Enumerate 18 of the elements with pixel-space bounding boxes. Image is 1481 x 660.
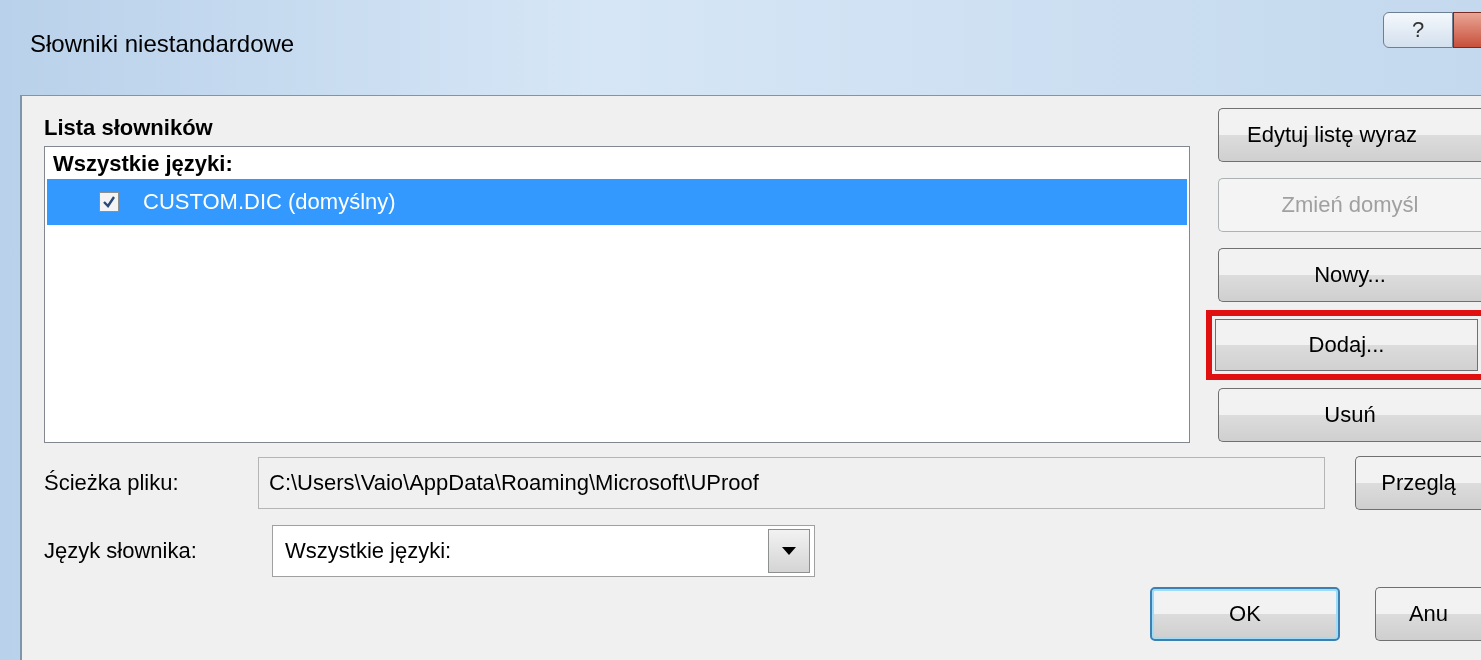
language-label: Język słownika: xyxy=(44,538,198,564)
path-label: Ścieżka pliku: xyxy=(44,470,180,496)
path-field[interactable]: C:\Users\Vaio\AppData\Roaming\Microsoft\UProof xyxy=(258,457,1325,509)
close-button[interactable] xyxy=(1453,12,1481,48)
list-label: Lista słowników xyxy=(44,114,214,142)
item-label: CUSTOM.DIC (domyślny) xyxy=(143,189,396,215)
dialog-button[interactable]: OK xyxy=(1150,587,1340,641)
window-title: Słowniki niestandardowe xyxy=(30,29,295,58)
dialog-button[interactable]: Anu xyxy=(1375,587,1481,641)
side-button[interactable]: Edytuj listę wyraz xyxy=(1218,108,1481,162)
browse-button[interactable]: Przeglą xyxy=(1355,456,1481,510)
language-dropdown[interactable]: Wszystkie języki: xyxy=(272,525,815,577)
side-button[interactable]: Dodaj... xyxy=(1206,310,1481,380)
help-button[interactable]: ? xyxy=(1383,12,1453,48)
checkbox[interactable] xyxy=(99,192,119,212)
side-button[interactable]: Usuń xyxy=(1218,388,1481,442)
group-header: Wszystkie języki: xyxy=(52,150,234,178)
side-button[interactable]: Nowy... xyxy=(1218,248,1481,302)
